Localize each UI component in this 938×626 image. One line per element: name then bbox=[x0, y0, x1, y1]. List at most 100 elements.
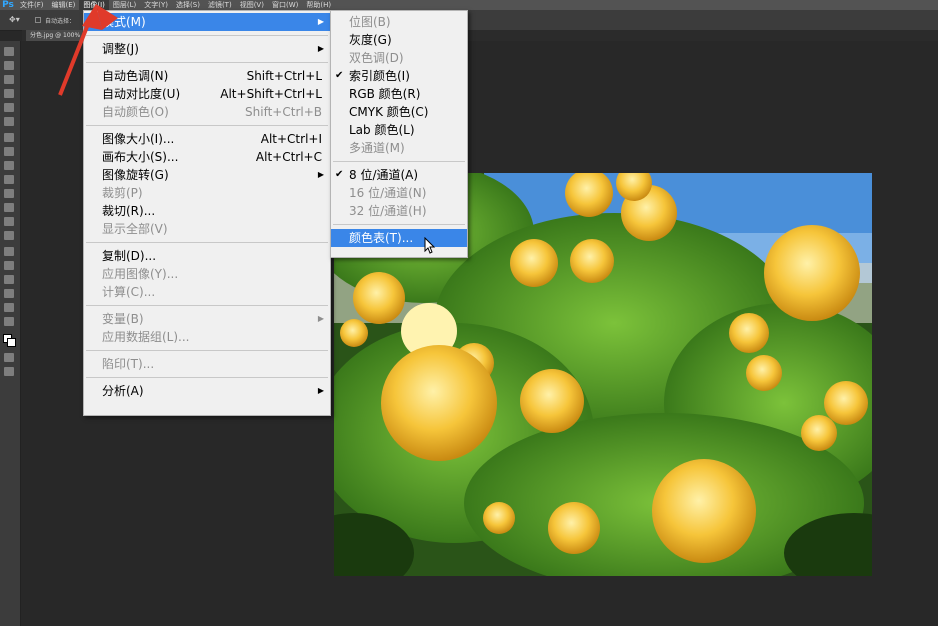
menu-bar-item[interactable]: 滤镜(T) bbox=[204, 0, 236, 10]
menu-bar: Ps 文件(F) 编辑(E) 图像(I) 图层(L) 文字(Y) 选择(S) 滤镜(T) 视图… bbox=[0, 0, 938, 10]
mode-submenu: 位图(B) 灰度(G) 双色调(D) ✔ 索引颜色(I) RGB 颜色(R) CMYK 颜色… bbox=[330, 10, 468, 258]
move-tool-icon[interactable]: ✥▾ bbox=[9, 15, 21, 25]
menu-item: 16 位/通道(N) bbox=[331, 184, 467, 202]
menu-item[interactable]: 画布大小(S)... Alt+Ctrl+C bbox=[84, 148, 330, 166]
menu-item[interactable]: 颜色表(T)... bbox=[331, 229, 467, 247]
menu-item: 多通道(M) bbox=[331, 139, 467, 157]
menu-item[interactable]: CMYK 颜色(C) bbox=[331, 103, 467, 121]
menu-item-label: 图像旋转(G) bbox=[102, 168, 169, 182]
menu-item: 自动颜色(O) Shift+Ctrl+B bbox=[84, 103, 330, 121]
history-brush-tool-icon[interactable] bbox=[4, 175, 14, 184]
eyedropper-tool-icon[interactable] bbox=[4, 117, 14, 126]
menu-separator bbox=[333, 224, 465, 225]
menu-item-label: 32 位/通道(H) bbox=[349, 204, 427, 218]
document-tab[interactable]: 分色.jpg @ 100% bbox=[26, 30, 85, 41]
menu-item-label: 16 位/通道(N) bbox=[349, 186, 427, 200]
submenu-arrow-icon: ▶ bbox=[317, 44, 324, 53]
menu-item[interactable]: ✔ 索引颜色(I) bbox=[331, 67, 467, 85]
screen-mode-icon[interactable] bbox=[4, 367, 14, 376]
menu-item-label: 分析(A) bbox=[102, 384, 144, 398]
quick-select-tool-icon[interactable] bbox=[4, 89, 14, 98]
photoshop-logo-icon: Ps bbox=[2, 0, 14, 10]
shape-tool-icon[interactable] bbox=[4, 289, 14, 298]
menu-item: 应用数据组(L)... bbox=[84, 328, 330, 346]
menu-item-label: 颜色表(T)... bbox=[349, 231, 414, 245]
menu-item-label: 位图(B) bbox=[349, 15, 391, 29]
menu-bar-item[interactable]: 窗口(W) bbox=[268, 0, 302, 10]
menu-item-label: 裁剪(P) bbox=[102, 186, 143, 200]
image-menu-dropdown: 模式(M) ▶ 调整(J) ▶ 自动色调(N) Shift+Ctrl+L 自动对比度(U) A… bbox=[83, 10, 331, 416]
menu-item-label: 多通道(M) bbox=[349, 141, 405, 155]
submenu-arrow-icon: ▶ bbox=[317, 17, 324, 26]
brush-tool-icon[interactable] bbox=[4, 147, 14, 156]
menu-item-label: 应用图像(Y)... bbox=[102, 267, 179, 281]
menu-bar-item[interactable]: 编辑(E) bbox=[48, 0, 80, 10]
menu-bar-item[interactable]: 选择(S) bbox=[172, 0, 204, 10]
checkmark-icon: ✔ bbox=[335, 70, 344, 81]
menu-item-label: Lab 颜色(L) bbox=[349, 123, 415, 137]
menu-item-label: 裁切(R)... bbox=[102, 204, 156, 218]
zoom-tool-icon[interactable] bbox=[4, 317, 14, 326]
menu-bar-item[interactable]: 视图(V) bbox=[236, 0, 268, 10]
menu-item-label: CMYK 颜色(C) bbox=[349, 105, 429, 119]
menu-bar-item[interactable]: 图像(I) bbox=[79, 0, 109, 10]
menu-item[interactable]: RGB 颜色(R) bbox=[331, 85, 467, 103]
menu-item[interactable]: 图像大小(I)... Alt+Ctrl+I bbox=[84, 130, 330, 148]
marquee-tool-icon[interactable] bbox=[4, 61, 14, 70]
auto-select-checkbox[interactable] bbox=[35, 17, 41, 23]
menu-item[interactable]: 自动色调(N) Shift+Ctrl+L bbox=[84, 67, 330, 85]
menu-item-label: 显示全部(V) bbox=[102, 222, 168, 236]
menu-item-label: 灰度(G) bbox=[349, 33, 392, 47]
menu-item-label: 自动色调(N) bbox=[102, 69, 169, 83]
auto-select-label: 自动选择： bbox=[45, 18, 76, 25]
menu-item: 陷印(T)... bbox=[84, 355, 330, 373]
menu-item-label: 自动颜色(O) bbox=[102, 105, 169, 119]
menu-bar-item[interactable]: 文字(Y) bbox=[140, 0, 172, 10]
menu-item[interactable]: 分析(A) ▶ bbox=[84, 382, 330, 400]
pen-tool-icon[interactable] bbox=[4, 247, 14, 256]
menu-bar-items: 文件(F) 编辑(E) 图像(I) 图层(L) 文字(Y) 选择(S) 滤镜(T) 视图(V)… bbox=[16, 0, 335, 10]
menu-item: 32 位/通道(H) bbox=[331, 202, 467, 220]
dodge-tool-icon[interactable] bbox=[4, 231, 14, 240]
menu-item: 双色调(D) bbox=[331, 49, 467, 67]
menu-separator bbox=[86, 350, 328, 351]
menu-item: 位图(B) bbox=[331, 13, 467, 31]
menu-bar-item[interactable]: 图层(L) bbox=[109, 0, 140, 10]
move-tool-icon[interactable] bbox=[4, 47, 14, 56]
menu-item-shortcut: Shift+Ctrl+L bbox=[246, 69, 322, 83]
menu-item[interactable]: 灰度(G) bbox=[331, 31, 467, 49]
menu-item[interactable]: 调整(J) ▶ bbox=[84, 40, 330, 58]
menu-separator bbox=[86, 35, 328, 36]
healing-brush-tool-icon[interactable] bbox=[4, 133, 14, 142]
menu-separator bbox=[86, 305, 328, 306]
menu-separator bbox=[86, 125, 328, 126]
menu-item[interactable]: 裁切(R)... bbox=[84, 202, 330, 220]
menu-item[interactable]: 复制(D)... bbox=[84, 247, 330, 265]
submenu-arrow-icon: ▶ bbox=[317, 386, 324, 395]
menu-bar-item[interactable]: 帮助(H) bbox=[302, 0, 335, 10]
menu-item[interactable]: ✔ 8 位/通道(A) bbox=[331, 166, 467, 184]
blur-tool-icon[interactable] bbox=[4, 217, 14, 226]
clone-stamp-tool-icon[interactable] bbox=[4, 161, 14, 170]
gradient-tool-icon[interactable] bbox=[4, 203, 14, 212]
eraser-tool-icon[interactable] bbox=[4, 189, 14, 198]
menu-item-label: 索引颜色(I) bbox=[349, 69, 410, 83]
menu-bar-item[interactable]: 文件(F) bbox=[16, 0, 48, 10]
menu-item-label: 陷印(T)... bbox=[102, 357, 155, 371]
menu-item-shortcut: Alt+Ctrl+I bbox=[260, 132, 322, 146]
background-color-swatch[interactable] bbox=[7, 338, 16, 347]
menu-item[interactable]: 自动对比度(U) Alt+Shift+Ctrl+L bbox=[84, 85, 330, 103]
menu-item[interactable]: Lab 颜色(L) bbox=[331, 121, 467, 139]
crop-tool-icon[interactable] bbox=[4, 103, 14, 112]
type-tool-icon[interactable] bbox=[4, 261, 14, 270]
menu-separator bbox=[333, 161, 465, 162]
menu-item-label: 变量(B) bbox=[102, 312, 144, 326]
path-select-tool-icon[interactable] bbox=[4, 275, 14, 284]
hand-tool-icon[interactable] bbox=[4, 303, 14, 312]
quick-mask-icon[interactable] bbox=[4, 353, 14, 362]
lasso-tool-icon[interactable] bbox=[4, 75, 14, 84]
menu-item[interactable]: 图像旋转(G) ▶ bbox=[84, 166, 330, 184]
menu-item-label: 图像大小(I)... bbox=[102, 132, 175, 146]
submenu-arrow-icon: ▶ bbox=[317, 170, 324, 179]
menu-item[interactable]: 模式(M) ▶ bbox=[84, 13, 330, 31]
